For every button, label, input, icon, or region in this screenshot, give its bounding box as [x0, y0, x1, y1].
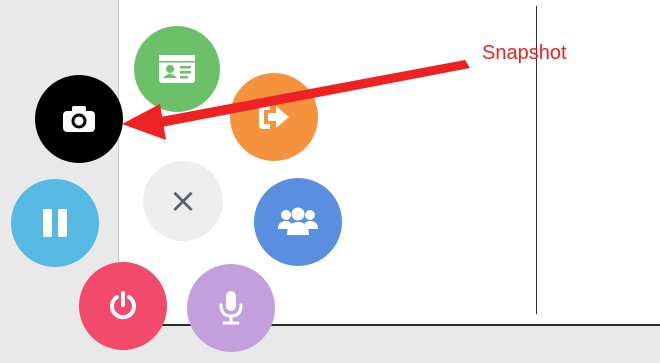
snapshot-annotation-label: Snapshot	[482, 42, 567, 64]
